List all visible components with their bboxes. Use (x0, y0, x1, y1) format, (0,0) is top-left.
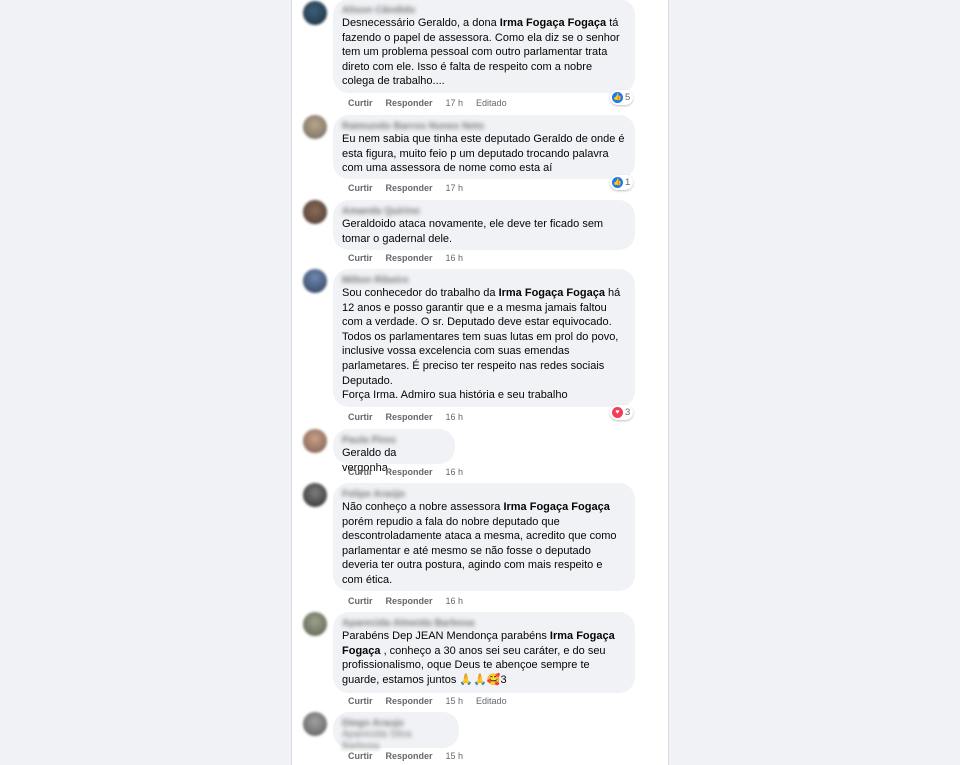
like-button[interactable]: Curtir (348, 183, 373, 193)
avatar[interactable] (303, 115, 327, 139)
reply-button[interactable]: Responder (386, 98, 433, 108)
reaction-count[interactable]: ♥ 3 (610, 405, 634, 420)
like-button[interactable]: Curtir (348, 412, 373, 422)
comment-text-segment: , conheço a 30 anos sei seu caráter, e d… (342, 644, 606, 686)
comment-actions: Curtir Responder 16 h (348, 253, 476, 263)
reaction-count-value: 1 (625, 177, 631, 188)
comment-bubble: Raimundo Barros Nunes Neto Eu nem sabia … (333, 115, 635, 179)
comment-text-segment: porém repudio a fala do nobre deputado q… (342, 515, 617, 586)
comment-actions: Curtir Responder 16 h (348, 412, 476, 422)
comment-text-segment: Não conheço a nobre assessora (342, 501, 504, 513)
comment-timestamp[interactable]: 15 h (446, 751, 464, 761)
comment-text-segment: Desnecessário Geraldo, a dona (342, 17, 500, 29)
comment-text: Geraldoido ataca novamente, ele deve ter… (342, 217, 625, 246)
comment-author[interactable]: Amanda Quirino (342, 206, 625, 217)
comment-text-segment: Eu nem sabia que tinha este deputado Ger… (342, 133, 625, 175)
comment-actions: Curtir Responder 16 h (348, 467, 476, 477)
comment-actions: Curtir Responder 17 h Editado (348, 98, 520, 108)
tagged-user[interactable]: Aparecida Silva Barbosa (342, 729, 449, 753)
comment-timestamp[interactable]: 17 h (446, 98, 464, 108)
avatar[interactable] (303, 483, 327, 507)
comment-text-segment: Sou conhecedor do trabalho da (342, 287, 499, 299)
comment-timestamp[interactable]: 16 h (446, 467, 464, 477)
reply-button[interactable]: Responder (386, 183, 433, 193)
comment-author[interactable]: Milton Ribeiro (342, 275, 625, 286)
like-icon: 👍 (612, 92, 623, 103)
edited-label: Editado (476, 98, 507, 108)
edited-label: Editado (476, 696, 507, 706)
avatar[interactable] (303, 200, 327, 224)
comment-author[interactable]: Raimundo Barros Nunes Neto (342, 121, 625, 132)
comment-text: Desnecessário Geraldo, a dona Irma Fogaç… (342, 16, 625, 89)
comment-actions: Curtir Responder 16 h (348, 596, 476, 606)
comment-text: Parabéns Dep JEAN Mendonça parabéns Irma… (342, 629, 625, 687)
reaction-count[interactable]: 👍 5 (610, 90, 634, 105)
comment-bubble: Felipe Araújo Não conheço a nobre assess… (333, 483, 635, 591)
reply-button[interactable]: Responder (386, 467, 433, 477)
like-icon: 👍 (612, 177, 623, 188)
reply-button[interactable]: Responder (386, 696, 433, 706)
reply-button[interactable]: Responder (386, 253, 433, 263)
like-button[interactable]: Curtir (348, 696, 373, 706)
comment-text-segment: Parabéns Dep JEAN Mendonça parabéns (342, 630, 550, 642)
reply-button[interactable]: Responder (386, 412, 433, 422)
avatar[interactable] (303, 1, 327, 25)
avatar[interactable] (303, 612, 327, 636)
comment-author[interactable]: Alison Cândido (342, 5, 625, 16)
comment-text: Não conheço a nobre assessora Irma Fogaç… (342, 500, 625, 588)
comment-actions: Curtir Responder 17 h (348, 183, 476, 193)
like-button[interactable]: Curtir (348, 467, 373, 477)
comment-bubble: Aparecida Almeida Barbosa Parabéns Dep J… (333, 612, 635, 693)
comment-bubble: Paula Pires Geraldo da vergonha (333, 429, 455, 474)
comment-actions: Curtir Responder 15 h (348, 751, 476, 761)
comment-text: Eu nem sabia que tinha este deputado Ger… (342, 132, 625, 176)
mention-link[interactable]: Irma Fogaça Fogaça (500, 17, 606, 29)
comment-bubble: Milton Ribeiro Sou conhecedor do trabalh… (333, 269, 635, 407)
comment-bubble: Diego Araujo Aparecida Silva Barbosa (333, 712, 459, 752)
avatar[interactable] (303, 269, 327, 293)
comment-timestamp[interactable]: 15 h (446, 696, 464, 706)
like-button[interactable]: Curtir (348, 751, 373, 761)
comment-author[interactable]: Diego Araujo (342, 718, 449, 729)
comment-timestamp[interactable]: 16 h (446, 412, 464, 422)
comment-bubble: Alison Cândido Desnecessário Geraldo, a … (333, 0, 635, 93)
comment-author[interactable]: Paula Pires (342, 435, 445, 446)
comment-timestamp[interactable]: 16 h (446, 253, 464, 263)
reaction-count-value: 3 (625, 407, 631, 418)
comment-author[interactable]: Felipe Araújo (342, 489, 625, 500)
comment-author[interactable]: Aparecida Almeida Barbosa (342, 618, 625, 629)
comment-text: Sou conhecedor do trabalho da Irma Fogaç… (342, 286, 625, 403)
avatar[interactable] (303, 712, 327, 736)
avatar[interactable] (303, 429, 327, 453)
reaction-count[interactable]: 👍 1 (610, 175, 634, 190)
like-button[interactable]: Curtir (348, 98, 373, 108)
mention-link[interactable]: Irma Fogaça Fogaça (499, 287, 605, 299)
reaction-count-value: 5 (625, 92, 631, 103)
like-button[interactable]: Curtir (348, 253, 373, 263)
reply-button[interactable]: Responder (386, 596, 433, 606)
comment-timestamp[interactable]: 16 h (446, 596, 464, 606)
reply-button[interactable]: Responder (386, 751, 433, 761)
love-icon: ♥ (612, 407, 623, 418)
comment-bubble: Amanda Quirino Geraldoido ataca novament… (333, 200, 635, 250)
comment-text-segment: há 12 anos e posso garantir que e a mesm… (342, 287, 621, 402)
comment-text-segment: Geraldoido ataca novamente, ele deve ter… (342, 218, 604, 245)
comment-timestamp[interactable]: 17 h (446, 183, 464, 193)
comment-actions: Curtir Responder 15 h Editado (348, 696, 520, 706)
mention-link[interactable]: Irma Fogaça Fogaça (503, 501, 609, 513)
like-button[interactable]: Curtir (348, 596, 373, 606)
